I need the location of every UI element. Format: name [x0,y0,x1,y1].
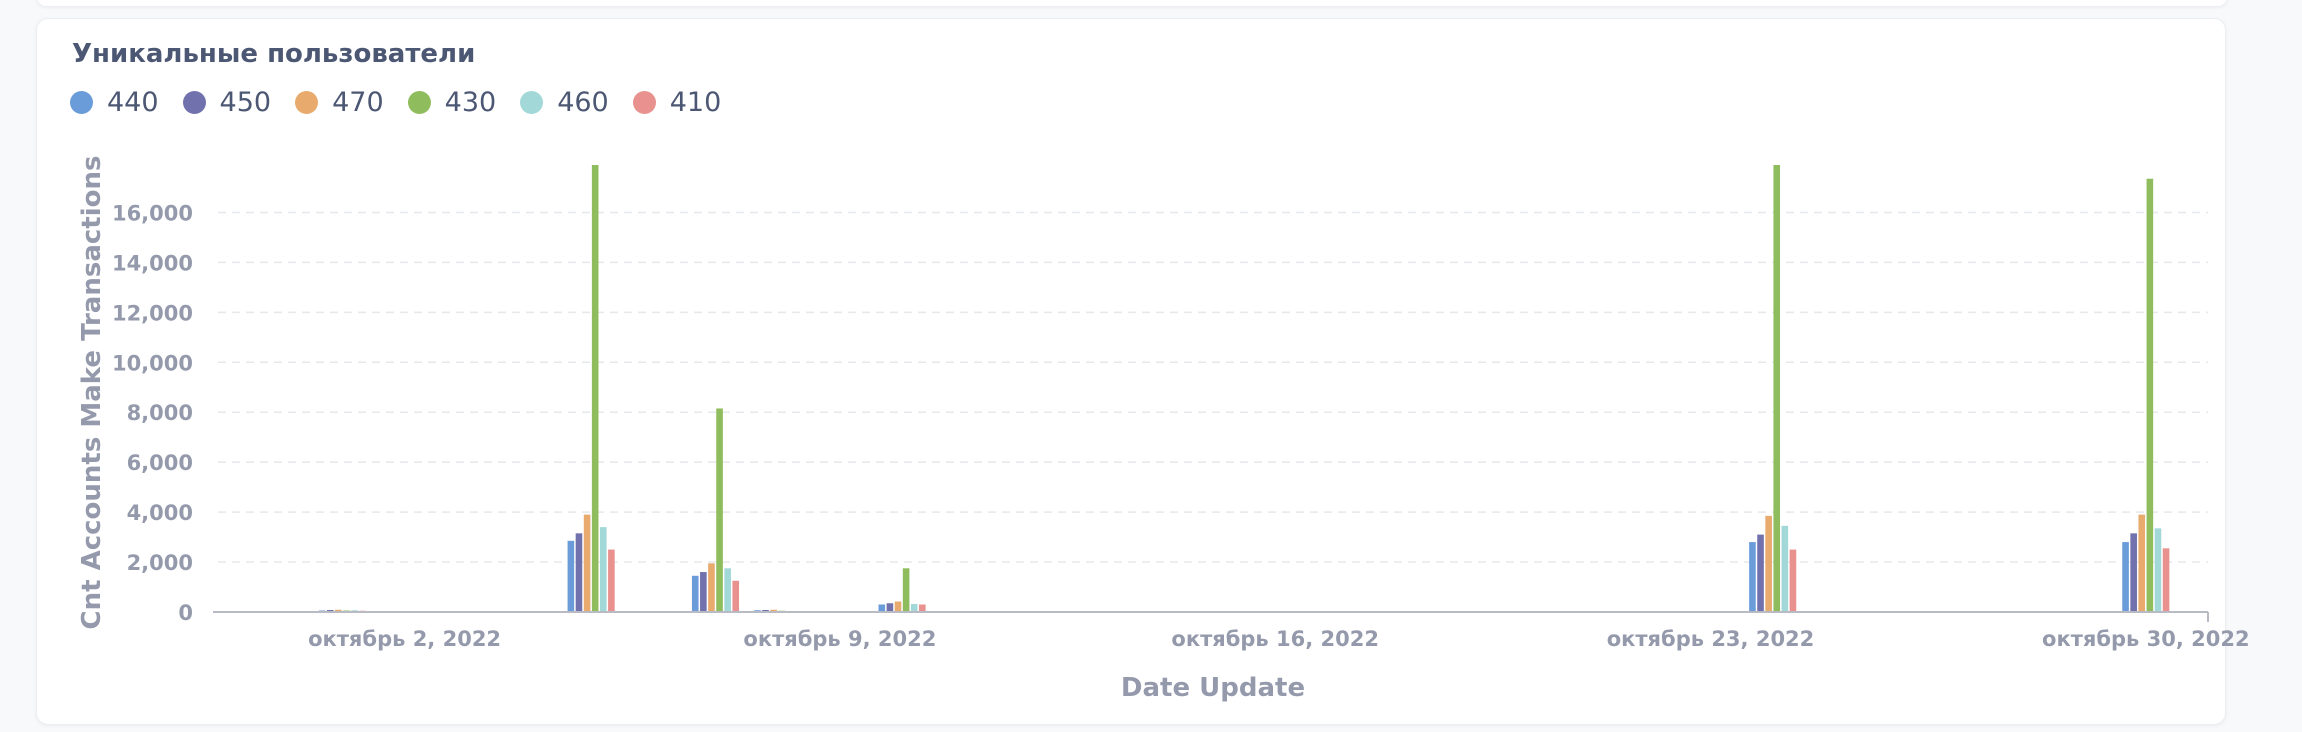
bar [902,568,910,612]
bar-chart: 0 2,000 4,000 6,000 8,000 10,000 12,000 14,000 1… [77,156,2250,703]
bar [599,527,607,612]
y-tick-label: 16,000 [112,201,193,225]
x-tick-label: октябрь 9, 2022 [743,627,936,651]
bar [2130,533,2137,612]
bar [2146,178,2154,613]
bar [894,601,902,612]
bar [878,604,886,612]
y-tick-label: 12,000 [112,301,193,325]
bar [1781,525,1789,612]
bar [583,514,591,612]
x-tick-label: октябрь 16, 2022 [1171,627,1379,651]
bar [886,603,894,612]
bar [567,540,575,612]
y-tick-label: 4,000 [127,501,193,525]
bar [591,165,599,612]
x-tick-label: октябрь 30, 2022 [2042,627,2250,651]
bar [2154,528,2162,612]
bar [608,549,615,612]
y-tick-label: 14,000 [112,251,193,275]
bar [2122,542,2129,612]
y-tick-label: 6,000 [127,451,193,475]
bar [716,408,723,612]
bar [1789,549,1797,612]
bar [910,604,918,612]
bar [575,533,583,612]
bar [1749,542,1756,612]
bar [1757,534,1764,612]
bar [1773,165,1781,612]
bar [724,568,731,612]
bar [708,563,715,612]
x-tick-label: октябрь 23, 2022 [1607,627,1815,651]
y-tick-label: 10,000 [112,351,193,375]
bar [1765,515,1772,612]
y-tick-label: 2,000 [127,551,193,575]
bar [691,575,699,612]
bar [732,580,740,612]
bar [2162,548,2170,612]
bar [700,572,707,612]
bar [2138,514,2146,612]
y-tick-label: 8,000 [127,401,193,425]
x-tick-label: октябрь 2, 2022 [308,627,501,651]
y-tick-label: 0 [178,601,193,625]
bar [919,604,926,612]
x-axis-title: Date Update [1121,673,1305,703]
y-axis-title: Cnt Accounts Make Transactions [77,156,107,630]
